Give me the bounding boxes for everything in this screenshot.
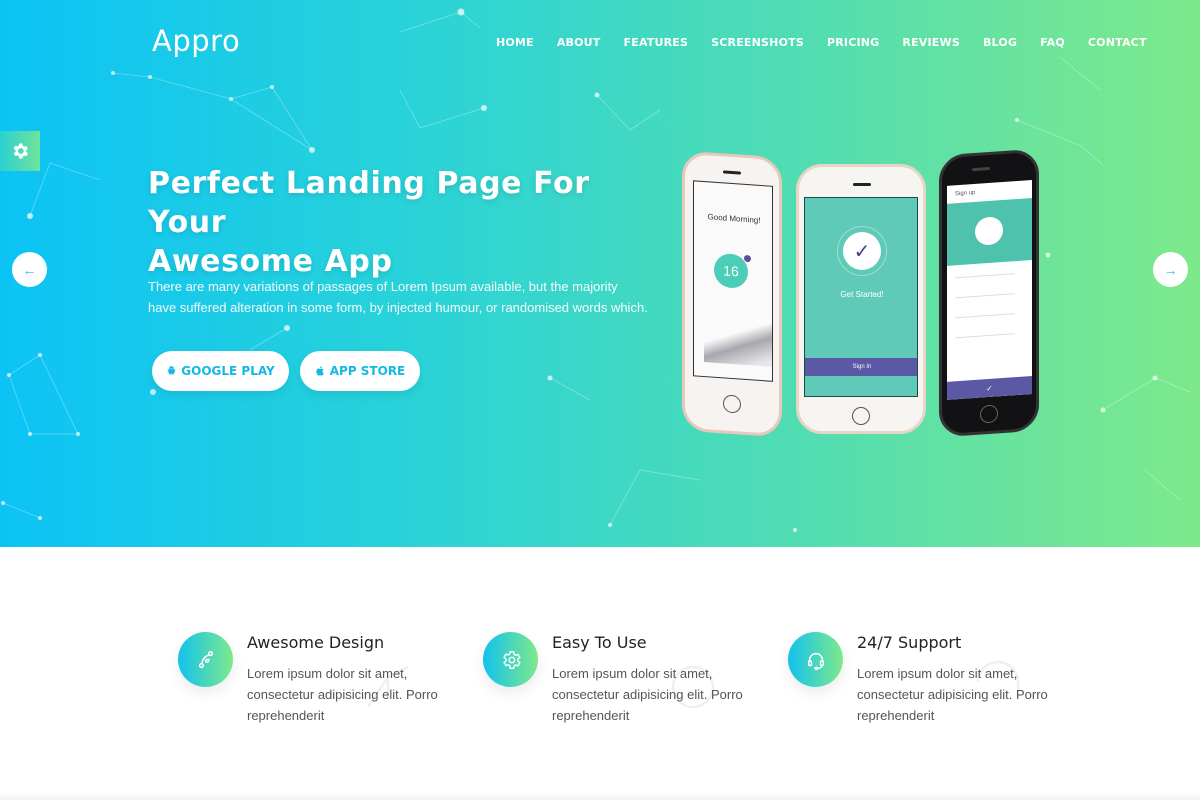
sign-up-title: Sign up — [955, 189, 976, 198]
slider-next-button[interactable]: → — [1153, 252, 1188, 287]
phone-screen-left: Good Morning! 16 — [693, 180, 773, 382]
sign-in-mock-button: Sign In — [805, 358, 917, 376]
phone-screen-center: ✓ Get Started! Sign In — [804, 197, 918, 397]
feature-icon-circle — [788, 632, 843, 687]
phone-screen-right: Sign up ✓ — [947, 179, 1032, 400]
get-started-text: Get Started! — [840, 290, 884, 299]
app-store-label: APP STORE — [329, 364, 406, 378]
nav-home[interactable]: HOME — [496, 36, 534, 49]
phone-mockup-right: Sign up ✓ — [939, 148, 1039, 438]
phone-speaker — [853, 183, 871, 186]
hero-section: Appro HOME ABOUT FEATURES SCREENSHOTS PR… — [0, 0, 1200, 547]
nav-faq[interactable]: FAQ — [1040, 36, 1065, 49]
headline-line-2: Awesome App — [148, 244, 393, 279]
google-play-label: GOOGLE PLAY — [181, 364, 275, 378]
feature-icon-circle — [178, 632, 233, 687]
feature-card: Awesome Design Lorem ipsum dolor sit ame… — [178, 632, 448, 732]
brand-logo[interactable]: Appro — [152, 24, 240, 58]
feature-description: Lorem ipsum dolor sit amet, consectetur … — [552, 666, 743, 723]
features-section: Awesome Design Lorem ipsum dolor sit ame… — [0, 547, 1200, 800]
feature-title: Awesome Design — [247, 633, 385, 652]
slider-prev-button[interactable]: ← — [12, 252, 47, 287]
feature-title: 24/7 Support — [857, 633, 962, 652]
home-button — [852, 407, 870, 425]
feature-card: 24/7 Support Lorem ipsum dolor sit amet,… — [788, 632, 1058, 732]
nav-reviews[interactable]: REVIEWS — [902, 36, 960, 49]
arrow-left-icon: ← — [22, 261, 37, 278]
phone-mockups: Good Morning! 16 ✓ Get Started! Sign In … — [678, 148, 1048, 440]
gear-icon — [502, 650, 521, 669]
home-button — [980, 404, 998, 424]
feature-icon-circle — [483, 632, 538, 687]
settings-toggle-button[interactable] — [0, 131, 40, 171]
greeting-text: Good Morning! — [707, 212, 761, 225]
nav-about[interactable]: ABOUT — [557, 36, 601, 49]
arrow-right-icon: → — [1163, 261, 1178, 278]
mountain-image — [704, 312, 773, 367]
feature-title: Easy To Use — [552, 633, 647, 652]
phone-speaker — [723, 170, 741, 175]
apple-icon — [316, 366, 324, 376]
notification-badge — [744, 254, 751, 263]
vector-pen-icon — [198, 650, 213, 668]
nav-screenshots[interactable]: SCREENSHOTS — [711, 36, 804, 49]
hero-lead-text: There are many variations of passages of… — [148, 279, 648, 315]
app-store-button[interactable]: APP STORE — [300, 351, 420, 391]
main-nav: HOME ABOUT FEATURES SCREENSHOTS PRICING … — [484, 36, 1170, 49]
nav-blog[interactable]: BLOG — [983, 36, 1017, 49]
phone-speaker — [972, 166, 990, 172]
day-counter: 16 — [714, 252, 748, 290]
home-button — [723, 394, 741, 414]
feature-card: Easy To Use Lorem ipsum dolor sit amet, … — [483, 632, 753, 732]
android-icon — [168, 366, 176, 376]
feature-description: Lorem ipsum dolor sit amet, consectetur … — [247, 666, 438, 723]
hero-headline: Perfect Landing Page For Your Awesome Ap… — [148, 164, 668, 281]
gear-icon — [13, 143, 29, 159]
phone-mockup-center: ✓ Get Started! Sign In — [796, 164, 926, 434]
phone-mockup-left: Good Morning! 16 — [682, 150, 782, 438]
section-divider — [0, 792, 1200, 800]
feature-description: Lorem ipsum dolor sit amet, consectetur … — [857, 666, 1048, 723]
nav-pricing[interactable]: PRICING — [827, 36, 879, 49]
google-play-button[interactable]: GOOGLE PLAY — [152, 351, 289, 391]
submit-mock-button: ✓ — [947, 375, 1032, 400]
headline-line-1: Perfect Landing Page For Your — [148, 166, 590, 240]
nav-features[interactable]: FEATURES — [624, 36, 689, 49]
nav-contact[interactable]: CONTACT — [1088, 36, 1147, 49]
checkmark-icon: ✓ — [843, 232, 881, 270]
headset-icon — [807, 652, 824, 670]
